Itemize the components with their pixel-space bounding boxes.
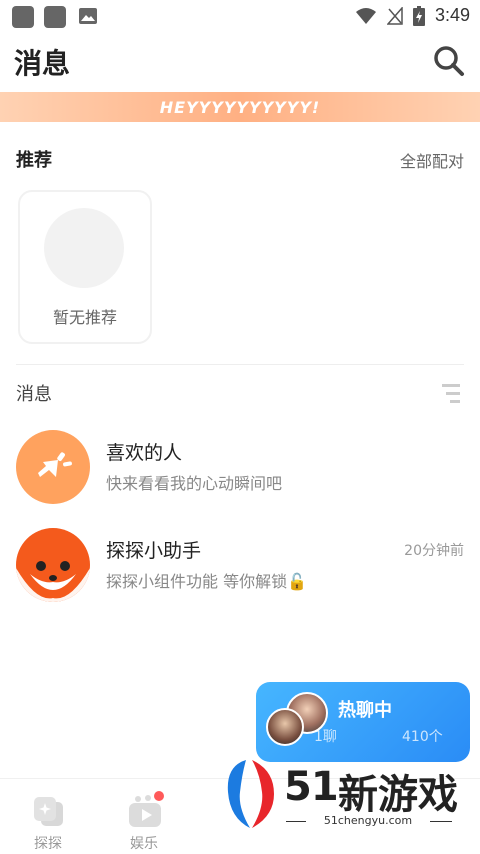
messages-title: 消息 — [16, 384, 52, 405]
promo-banner[interactable]: HEYYYYYYYYYY! — [0, 92, 480, 122]
hot-chat-card[interactable]: 热聊中 1聊 410个 — [256, 682, 470, 762]
battery-icon — [412, 5, 425, 26]
hot-chat-count: 410个 — [402, 729, 443, 745]
messages-section-header: 消息 — [16, 380, 464, 410]
divider — [16, 364, 464, 365]
page-title: 消息 — [14, 47, 71, 80]
nav-item-entertainment[interactable]: 娱乐 — [112, 789, 176, 852]
signal-icon — [386, 6, 403, 25]
message-preview: 快来看看我的心动瞬间吧 — [106, 474, 283, 493]
message-preview: 探探小组件功能 等你解锁🔓 — [106, 572, 308, 591]
notification-app-icon — [44, 6, 66, 28]
likes-avatar — [16, 430, 90, 504]
header: 消息 — [0, 34, 480, 92]
watermark-logo-icon — [227, 760, 274, 828]
nav-item-tantan[interactable]: 探探 — [16, 789, 80, 852]
placeholder-avatar — [44, 208, 124, 288]
notification-app-icon — [12, 6, 34, 28]
wifi-icon — [355, 7, 376, 24]
status-bar: 3:49 — [0, 0, 480, 34]
recommend-empty-card: 暂无推荐 — [18, 190, 152, 344]
message-time: 20分钟前 — [404, 543, 464, 559]
nav-label: 娱乐 — [130, 836, 158, 852]
list-item[interactable]: 探探小助手 探探小组件功能 等你解锁🔓 20分钟前 — [16, 528, 464, 604]
all-matches-link[interactable]: 全部配对 — [400, 148, 464, 172]
image-icon — [79, 8, 97, 24]
watermark-text: 新游戏 — [338, 772, 458, 818]
list-item[interactable]: 喜欢的人 快来看看我的心动瞬间吧 — [16, 430, 464, 506]
watermark-url: 51chengyu.com — [323, 814, 413, 827]
nav-label: 探探 — [34, 836, 62, 852]
empty-recommend-label: 暂无推荐 — [52, 308, 117, 327]
hot-chat-sub: 1聊 — [314, 729, 337, 745]
cards-icon — [34, 797, 63, 826]
divider — [430, 821, 452, 822]
heart-burst-icon — [38, 452, 72, 477]
watermark-number: 51 — [284, 764, 339, 810]
status-time: 3:49 — [434, 5, 470, 25]
search-icon[interactable] — [432, 44, 466, 78]
message-name: 探探小助手 — [106, 540, 202, 562]
assistant-fox-avatar — [16, 528, 90, 602]
recommend-section-header: 推荐 全部配对 — [16, 146, 464, 176]
message-name: 喜欢的人 — [106, 442, 183, 464]
list-menu-icon[interactable] — [442, 382, 460, 406]
recommend-title: 推荐 — [16, 150, 52, 171]
fox-icon — [16, 561, 90, 602]
notification-dot — [154, 791, 164, 801]
banner-text: HEYYYYYYYYYY! — [159, 97, 321, 117]
watermark: 51 新游戏 51chengyu.com — [222, 756, 458, 832]
avatar — [266, 708, 304, 746]
hot-chat-title: 热聊中 — [338, 700, 392, 721]
